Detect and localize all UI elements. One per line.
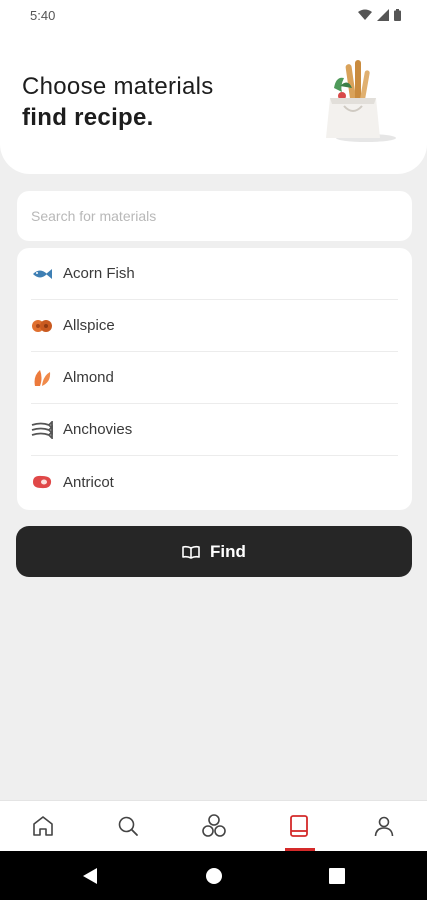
back-icon <box>83 867 97 884</box>
header-card: Choose materials find recipe. <box>0 32 427 174</box>
allspice-icon <box>31 315 53 337</box>
find-button[interactable]: Find <box>16 526 412 577</box>
categories-icon <box>202 814 226 837</box>
wifi-icon <box>358 9 372 20</box>
home-system-button[interactable] <box>190 851 238 900</box>
search-box <box>17 191 412 241</box>
system-nav-bar <box>0 851 427 900</box>
nav-profile[interactable] <box>356 801 412 851</box>
book-open-icon <box>182 545 200 559</box>
status-time: 5:40 <box>30 8 56 23</box>
page-title-line1: Choose materials <box>22 73 214 100</box>
recents-icon <box>329 867 345 884</box>
battery-icon <box>394 9 401 21</box>
status-icons <box>358 9 401 21</box>
search-icon <box>118 816 138 836</box>
book-icon <box>290 815 308 837</box>
nav-home[interactable] <box>15 801 71 851</box>
fish-icon <box>31 263 53 285</box>
user-icon <box>374 816 394 837</box>
list-item-label: Acorn Fish <box>63 265 135 282</box>
home-circle-icon <box>206 867 222 884</box>
home-icon <box>33 816 53 836</box>
nav-categories[interactable] <box>186 801 242 851</box>
list-item-label: Anchovies <box>63 421 133 438</box>
recents-button[interactable] <box>313 851 361 900</box>
list-item-acorn-fish[interactable]: Acorn Fish <box>31 248 398 300</box>
list-item-anchovies[interactable]: Anchovies <box>31 404 398 456</box>
materials-list: Acorn Fish Allspice Almond Anchovies Ant… <box>17 248 412 510</box>
nav-recipes[interactable] <box>271 801 327 851</box>
list-item-allspice[interactable]: Allspice <box>31 300 398 352</box>
list-item-label: Antricot <box>63 473 114 491</box>
back-button[interactable] <box>66 851 114 900</box>
nav-search[interactable] <box>100 801 156 851</box>
grocery-bag-illustration <box>326 60 396 142</box>
list-item-label: Almond <box>63 369 114 386</box>
steak-icon <box>31 471 53 493</box>
status-bar: 5:40 <box>0 0 427 32</box>
search-input[interactable] <box>31 191 401 241</box>
list-item-almond[interactable]: Almond <box>31 352 398 404</box>
page-title-line2: find recipe. <box>22 104 154 131</box>
signal-icon <box>377 9 389 21</box>
almond-icon <box>31 367 53 389</box>
anchovies-icon <box>31 419 53 441</box>
list-item-label: Allspice <box>63 317 115 334</box>
bottom-nav <box>0 800 427 851</box>
list-item-antricot[interactable]: Antricot <box>31 456 398 508</box>
find-button-label: Find <box>210 541 246 561</box>
